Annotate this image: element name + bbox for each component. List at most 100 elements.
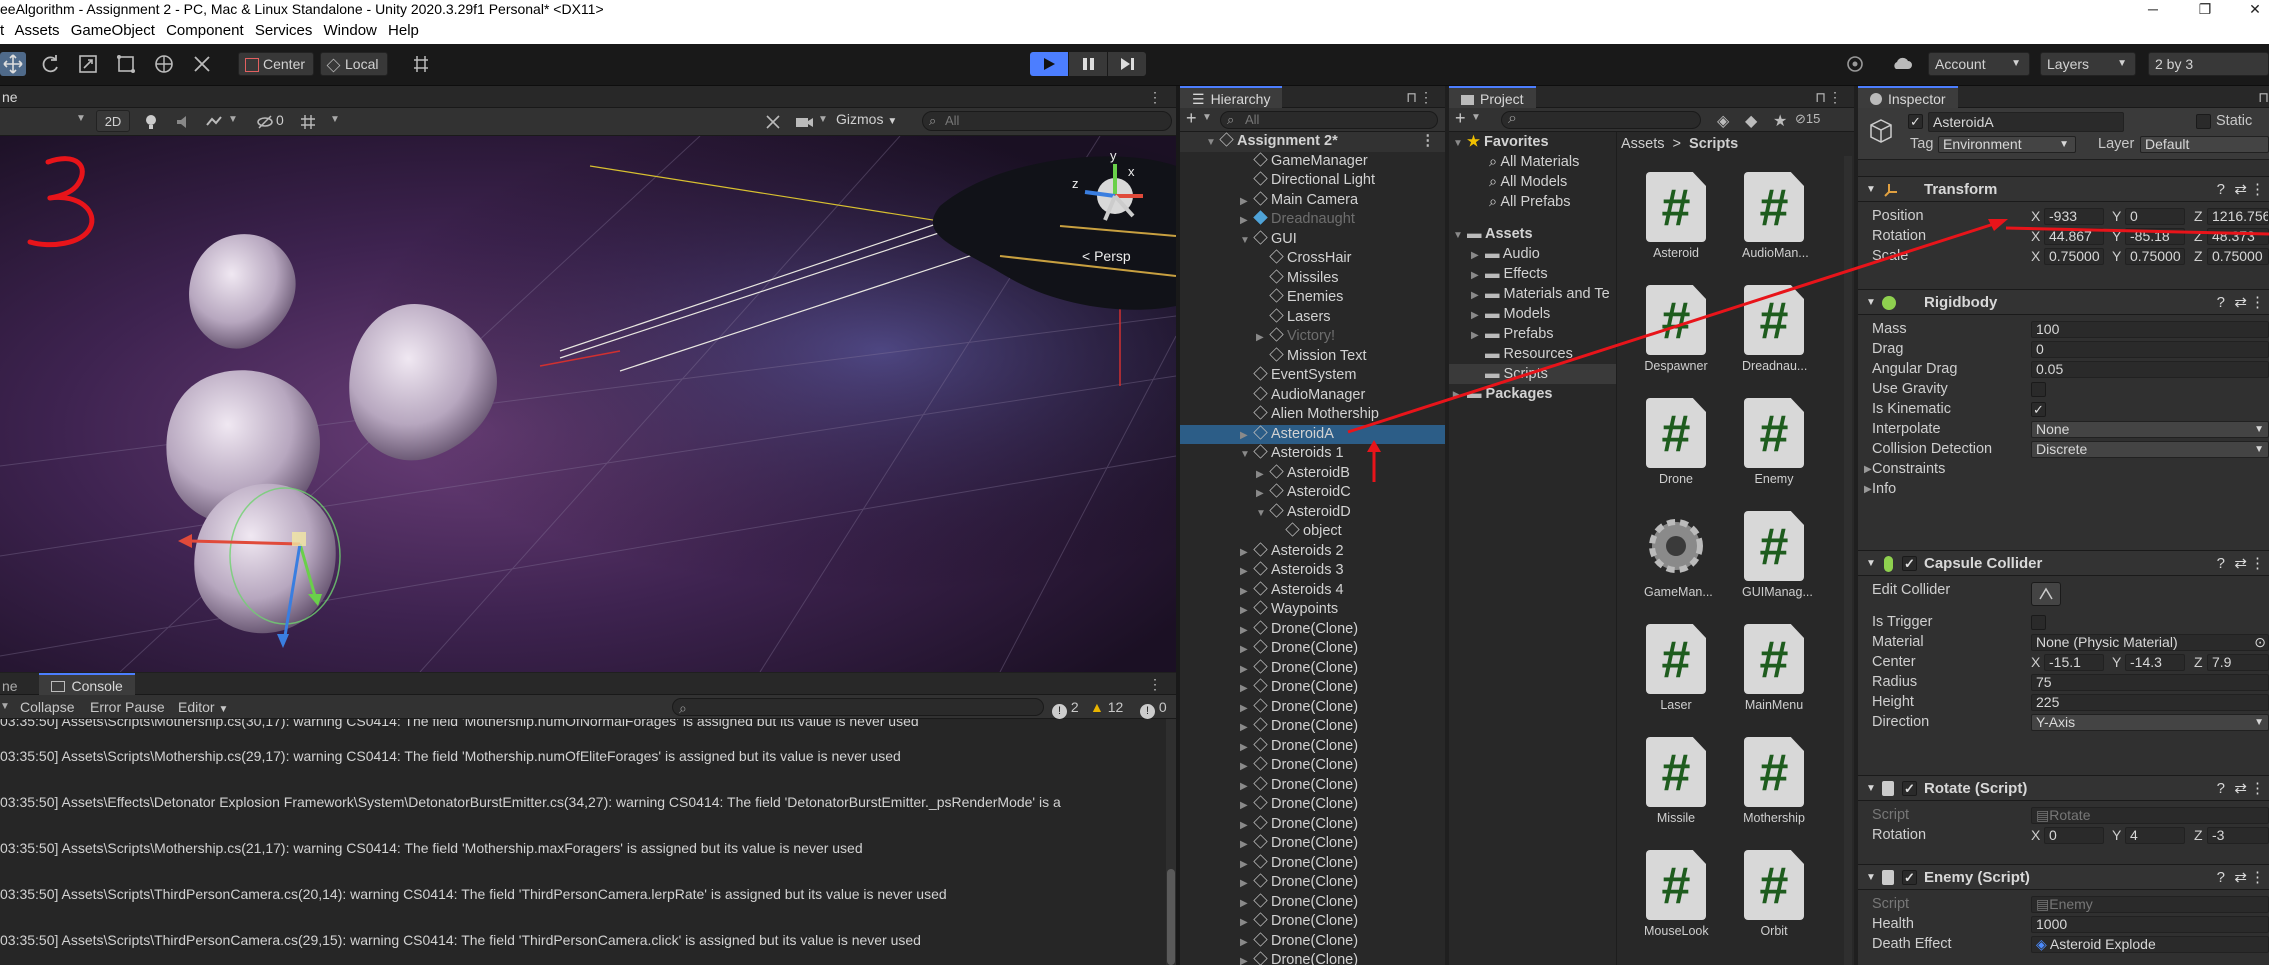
chevron-right-icon[interactable]: ▶ (1240, 738, 1254, 758)
assets-folder[interactable]: ▼ ▬ Assets (1449, 224, 1616, 244)
hierarchy-item[interactable]: ▼ AsteroidD (1180, 502, 1445, 524)
pivot-center-toggle[interactable]: Center (238, 52, 314, 76)
hierarchy-item[interactable]: object (1180, 522, 1445, 542)
asset-file[interactable]: # Missile (1644, 737, 1708, 825)
hierarchy-item[interactable]: GameManager (1180, 151, 1445, 172)
hierarchy-item[interactable]: ▶ AsteroidB (1180, 463, 1445, 484)
hierarchy-item[interactable]: ▶ Asteroids 3 (1180, 561, 1445, 581)
close-button[interactable]: ✕ (2240, 0, 2269, 18)
asset-file[interactable]: # AudioMan... (1742, 172, 1809, 260)
perspective-label[interactable]: < Persp (1082, 248, 1131, 264)
rotation-z-field[interactable]: 48.373 (2207, 228, 2269, 245)
help-icon[interactable]: ? (2217, 177, 2225, 203)
tools-icon[interactable] (764, 113, 782, 131)
hierarchy-item[interactable]: ▼ GUI (1180, 229, 1445, 251)
chevron-right-icon[interactable]: ▶ (1240, 913, 1254, 933)
chevron-down-icon[interactable]: ▼ (818, 114, 828, 125)
position-z-field[interactable]: 1216.756 (2207, 208, 2269, 225)
scale-x-field[interactable]: 0.75000 (2044, 248, 2104, 265)
chevron-right-icon[interactable]: ▶ (1240, 933, 1254, 953)
edit-collider-button[interactable] (2031, 582, 2061, 606)
asset-file[interactable]: # MainMenu (1742, 624, 1806, 712)
scale-z-field[interactable]: 0.75000 (2207, 248, 2269, 265)
lock-icon[interactable]: ⊓ (2258, 86, 2269, 108)
chevron-right-icon[interactable]: ▶ (1240, 679, 1254, 699)
hierarchy-item[interactable]: CrossHair (1180, 249, 1445, 269)
log-entry[interactable]: 03:35:50] Assets\Scripts\ThirdPersonCame… (0, 871, 1166, 917)
chevron-down-icon[interactable]: ▼ (1256, 504, 1270, 524)
chevron-right-icon[interactable]: ▶ (1240, 543, 1254, 563)
info-count-toggle[interactable]: ! 2 (1052, 695, 1079, 719)
editor-dropdown[interactable]: Editor ▼ (178, 695, 228, 722)
chevron-right-icon[interactable]: ▶ (1240, 757, 1254, 777)
component-menu-icon[interactable]: ⋮ (2250, 551, 2265, 577)
effects-icon[interactable] (204, 113, 224, 131)
is-kinematic-checkbox[interactable]: ✓ (2031, 402, 2046, 417)
transform-tool-button[interactable] (152, 52, 176, 76)
chevron-right-icon[interactable]: ▶ (1240, 660, 1254, 680)
chevron-down-icon[interactable]: ▼ (1206, 133, 1220, 153)
warning-count-toggle[interactable]: ▲ 12 (1090, 695, 1123, 719)
help-icon[interactable]: ? (2217, 290, 2225, 316)
chevron-right-icon[interactable]: ▶ (1240, 777, 1254, 797)
collab-button[interactable] (1844, 54, 1866, 74)
rotation-y-field[interactable]: -85.18 (2125, 228, 2185, 245)
layout-dropdown[interactable]: 2 by 3 (2148, 52, 2269, 76)
asset-folder-item[interactable]: ▶ ▬ Materials and Te (1449, 284, 1616, 304)
chevron-right-icon[interactable]: ▶ (1240, 699, 1254, 719)
preset-icon[interactable]: ⇄ (2234, 865, 2247, 891)
hierarchy-item[interactable]: ▶ Waypoints (1180, 600, 1445, 620)
hierarchy-item[interactable]: Enemies (1180, 288, 1445, 308)
project-search-input[interactable]: ⌕ (1501, 110, 1701, 129)
log-entry[interactable]: 03:35:50] Assets\Effects\Detonator Explo… (0, 779, 1166, 825)
position-y-field[interactable]: 0 (2125, 208, 2185, 225)
chevron-right-icon[interactable]: ▶ (1240, 211, 1254, 231)
preset-icon[interactable]: ⇄ (2234, 290, 2247, 316)
favorite-item[interactable]: ⌕ All Models (1449, 172, 1616, 192)
hierarchy-item[interactable]: ▶ Drone(Clone) (1180, 717, 1445, 737)
grid-snap-button[interactable] (410, 54, 432, 74)
breadcrumb-assets[interactable]: Assets (1621, 136, 1665, 152)
rotation-x-field[interactable]: 44.867 (2044, 228, 2104, 245)
component-menu-icon[interactable]: ⋮ (2250, 865, 2265, 891)
chevron-right-icon[interactable]: ▶ (1240, 562, 1254, 582)
hierarchy-item[interactable]: ▶ Drone(Clone) (1180, 912, 1445, 932)
chevron-right-icon[interactable]: ▶ (1240, 855, 1254, 875)
collision-detection-dropdown[interactable]: Discrete ▼ (2031, 441, 2269, 458)
maximize-button[interactable]: ❐ (2190, 0, 2220, 18)
hierarchy-item[interactable]: ▶ AsteroidA (1180, 424, 1445, 444)
enemy-script-header[interactable]: ▼ ✓ Enemy (Script) ? ⇄ ⋮ (1858, 864, 2269, 890)
rotate-tool-button[interactable] (38, 52, 62, 76)
active-checkbox[interactable]: ✓ (1908, 114, 1923, 129)
chevron-down-icon[interactable]: ▼ (1240, 231, 1254, 251)
asset-file[interactable]: GameMan... (1644, 511, 1713, 599)
chevron-down-icon[interactable]: ▼ (1202, 112, 1212, 123)
hierarchy-item[interactable]: ▶ Victory! (1180, 327, 1445, 347)
hierarchy-item[interactable]: AudioManager (1180, 385, 1445, 406)
preset-icon[interactable]: ⇄ (2234, 177, 2247, 203)
favorite-item[interactable]: ⌕ All Prefabs (1449, 192, 1616, 212)
asset-file[interactable]: # Despawner (1644, 285, 1708, 373)
lock-icon[interactable]: ⊓ (1815, 86, 1826, 108)
log-entry[interactable]: 03:35:50] Assets\Scripts\Mothership.cs(2… (0, 733, 1166, 779)
center-z-field[interactable]: 7.9 (2207, 654, 2269, 671)
panel-menu-icon[interactable]: ⋮ (1148, 673, 1162, 695)
hierarchy-item[interactable]: Lasers (1180, 307, 1445, 328)
scale-tool-button[interactable] (76, 52, 100, 76)
favorites-folder[interactable]: ▼ ★ Favorites (1449, 132, 1616, 152)
create-asset-button[interactable]: + (1455, 108, 1466, 129)
material-field[interactable]: None (Physic Material) ⊙ (2031, 634, 2269, 651)
hierarchy-item[interactable]: ▶ Drone(Clone) (1180, 775, 1445, 797)
chevron-right-icon[interactable]: ▶ (1240, 621, 1254, 641)
console-log-list[interactable]: 03:35:50] Assets\Scripts\Mothership.cs(3… (0, 719, 1166, 965)
chevron-down-icon[interactable]: ▼ (330, 114, 340, 125)
asset-file[interactable]: # Enemy (1742, 398, 1806, 486)
panel-menu-icon[interactable]: ⋮ (1828, 86, 1842, 108)
tag-dropdown[interactable]: Environment ▼ (1938, 136, 2076, 153)
inspector-tab[interactable]: Inspector (1858, 86, 1958, 108)
play-button[interactable] (1030, 52, 1068, 76)
chevron-right-icon[interactable]: ▶ (1240, 952, 1254, 965)
hierarchy-item[interactable]: ▶ Drone(Clone) (1180, 697, 1445, 719)
hierarchy-item[interactable]: ▶ Drone(Clone) (1180, 873, 1445, 893)
object-name-field[interactable]: AsteroidA (1928, 112, 2124, 132)
